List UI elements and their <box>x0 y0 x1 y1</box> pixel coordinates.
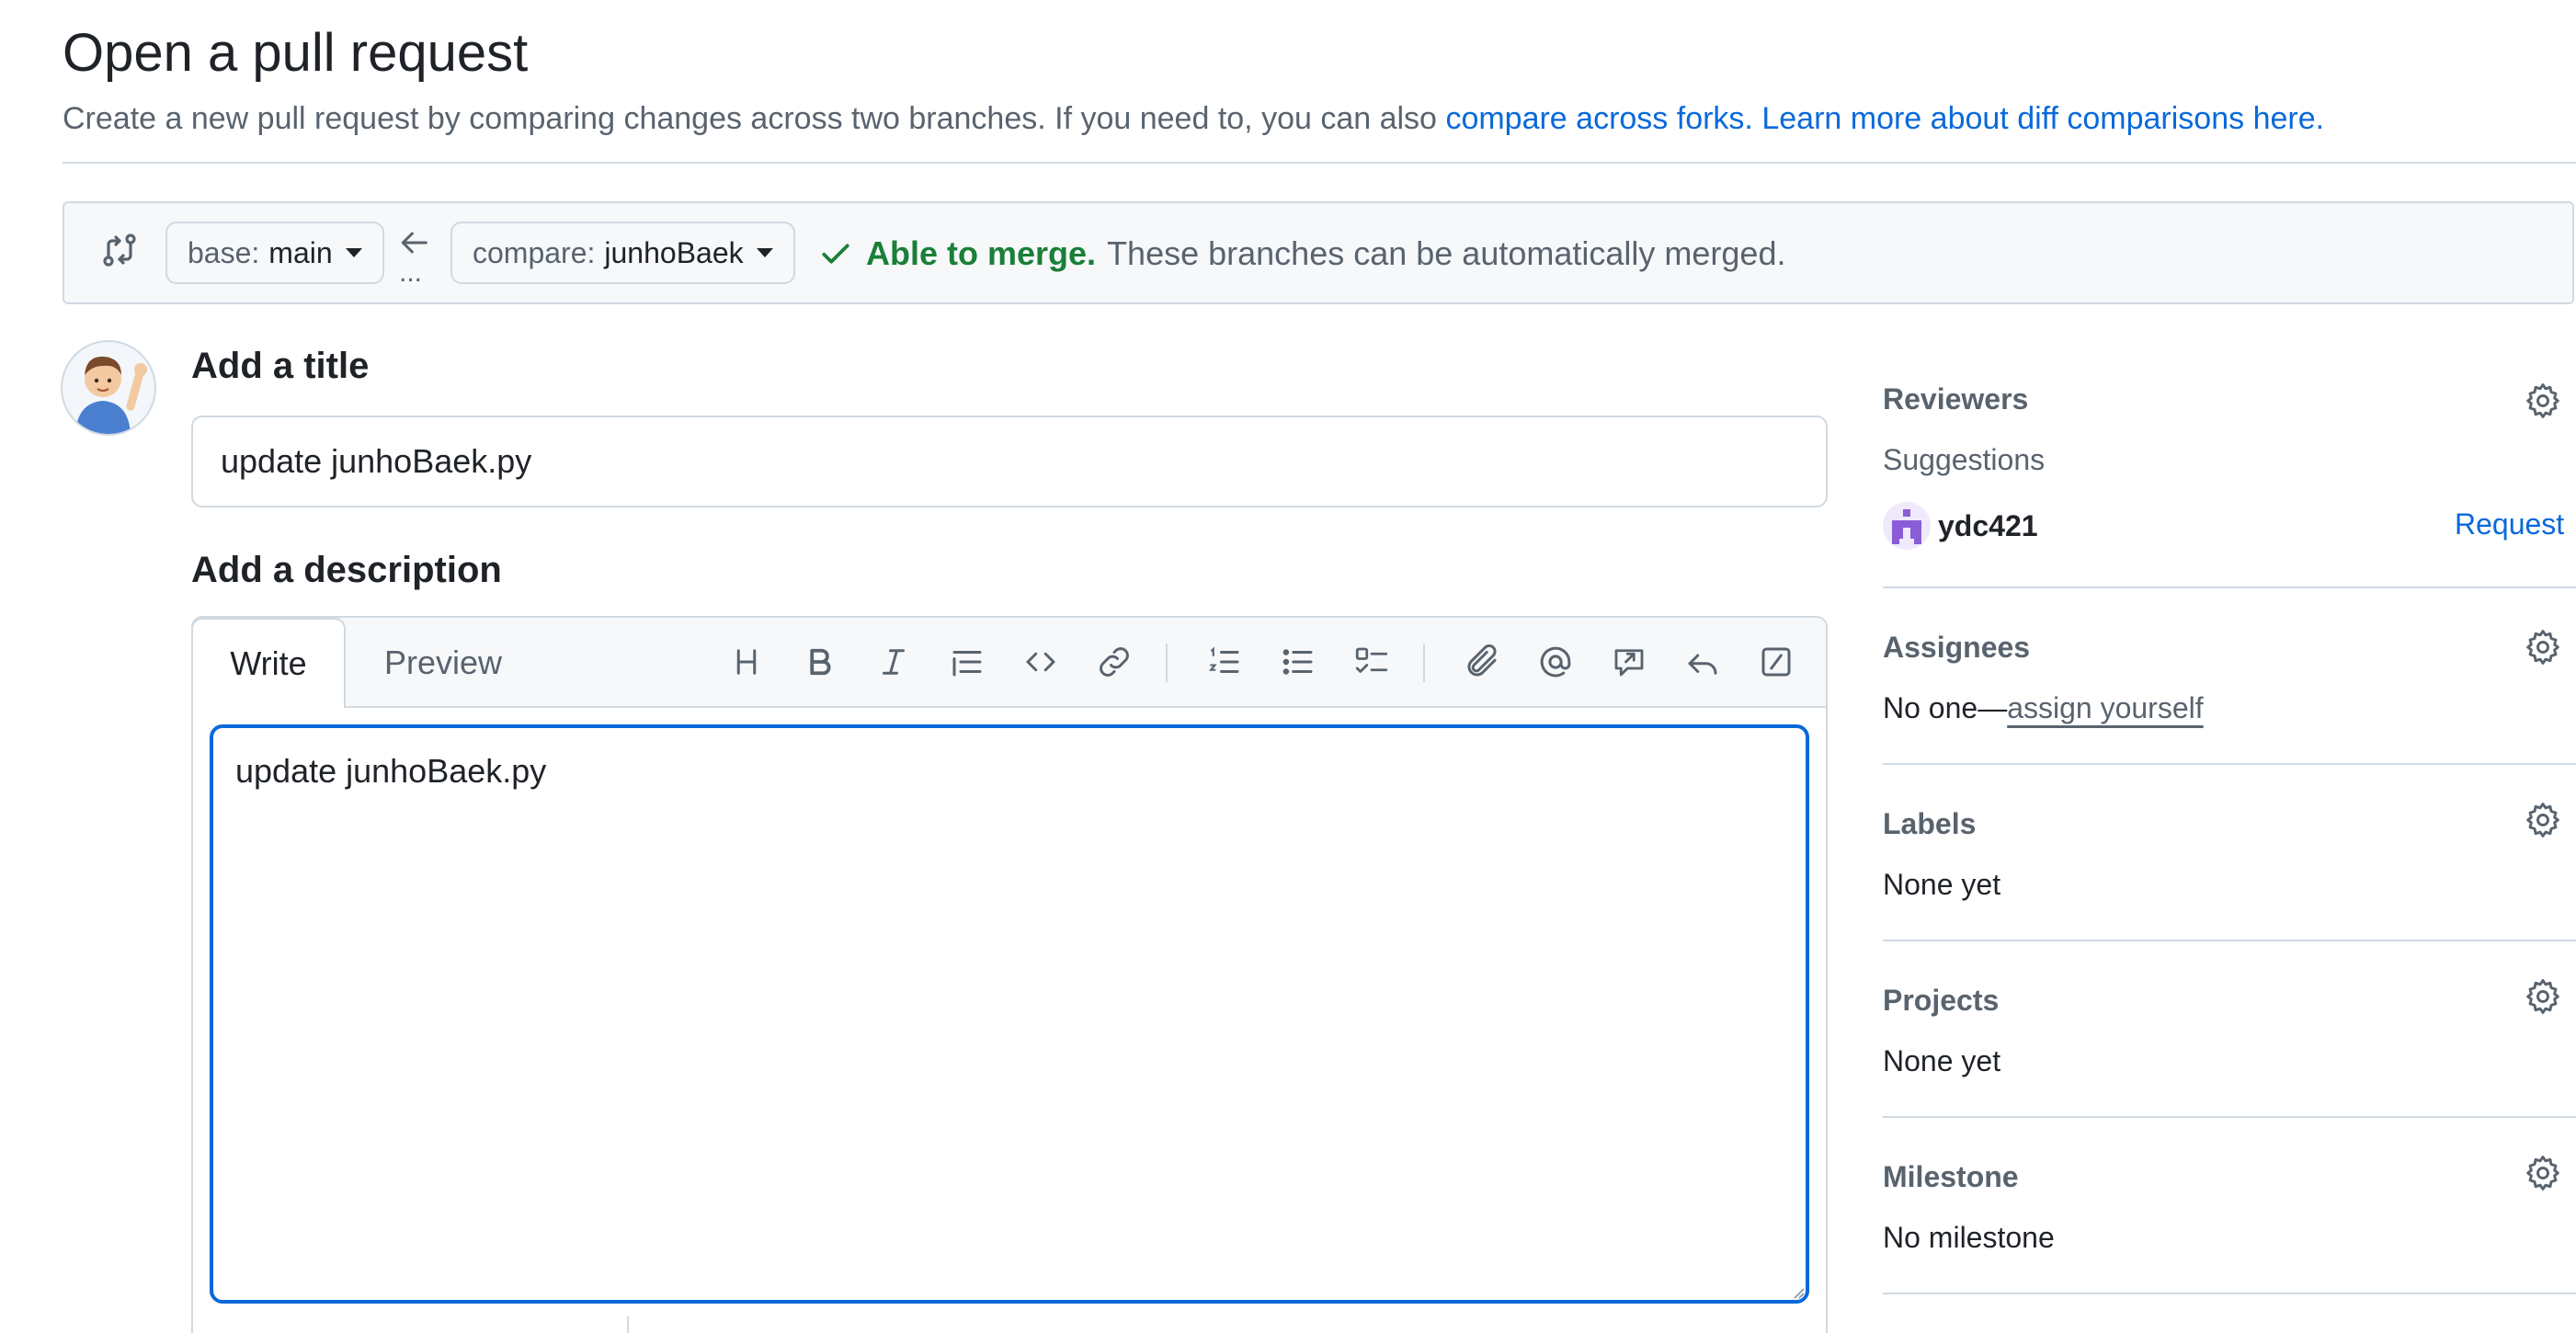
italic-icon[interactable] <box>872 640 916 684</box>
compare-across-forks-link[interactable]: compare across forks. <box>1445 101 1752 136</box>
slash-command-icon[interactable] <box>1754 640 1798 684</box>
labels-heading[interactable]: Labels <box>1883 807 1976 841</box>
sidebar-divider <box>1883 1293 2576 1294</box>
description-heading: Add a description <box>191 550 502 590</box>
sidebar-divider <box>1883 763 2576 765</box>
compare-value: junhoBaek <box>604 235 744 269</box>
description-textarea[interactable] <box>210 724 1809 1304</box>
editor-footer-divider <box>627 1316 629 1333</box>
learn-more-link[interactable]: Learn more about diff comparisons here. <box>1761 101 2324 136</box>
sidebar-divider <box>1883 1116 2576 1118</box>
merge-status: Able to merge. These branches can be aut… <box>818 228 1785 279</box>
reply-icon[interactable] <box>1681 640 1725 684</box>
git-compare-icon <box>97 228 142 272</box>
labels-value: None yet <box>1883 868 2001 901</box>
tab-preview[interactable]: Preview <box>353 618 533 708</box>
task-list-icon[interactable] <box>1350 640 1394 684</box>
header-divider <box>63 162 2576 164</box>
mention-icon[interactable] <box>1533 640 1578 684</box>
merge-message: These branches can be automatically merg… <box>1107 234 1786 272</box>
subtitle-text: Create a new pull request by comparing c… <box>63 101 1437 136</box>
base-label: base: <box>188 235 260 269</box>
check-icon <box>822 244 849 264</box>
base-value: main <box>268 235 333 269</box>
assignees-heading[interactable]: Assignees <box>1883 631 2030 665</box>
avatar <box>61 340 156 436</box>
suggested-user-name[interactable]: ydc421 <box>1938 509 2038 543</box>
labels-gear-icon[interactable] <box>2523 800 2563 840</box>
reviewers-heading[interactable]: Reviewers <box>1883 382 2028 416</box>
tab-write[interactable]: Write <box>191 618 346 708</box>
milestone-gear-icon[interactable] <box>2523 1153 2563 1193</box>
sidebar-divider <box>1883 940 2576 941</box>
projects-heading[interactable]: Projects <box>1883 984 1999 1018</box>
numbered-list-icon[interactable] <box>1203 640 1247 684</box>
no-one-text: No one— <box>1883 691 2008 724</box>
page-subtitle: Create a new pull request by comparing c… <box>63 96 2324 142</box>
sidebar-divider <box>1883 587 2576 588</box>
toolbar-divider <box>1423 644 1425 682</box>
resize-handle-icon[interactable] <box>1789 1283 1806 1300</box>
suggestions-label: Suggestions <box>1883 443 2046 476</box>
assignees-gear-icon[interactable] <box>2523 627 2563 667</box>
base-branch-select[interactable]: base: main <box>165 222 384 284</box>
assign-yourself-link[interactable]: assign yourself <box>2007 691 2203 724</box>
bold-icon[interactable] <box>798 640 842 684</box>
assignees-value: No one—assign yourself <box>1883 691 2204 725</box>
caret-down-icon <box>345 248 362 257</box>
heading-icon[interactable] <box>724 640 769 684</box>
code-icon[interactable] <box>1019 640 1063 684</box>
compare-branch-select[interactable]: compare: junhoBaek <box>450 222 795 284</box>
title-input[interactable] <box>191 416 1828 507</box>
title-heading: Add a title <box>191 346 370 386</box>
caret-down-icon <box>756 248 773 257</box>
projects-value: None yet <box>1883 1044 2001 1077</box>
compare-label: compare: <box>473 235 596 269</box>
milestone-value: No milestone <box>1883 1221 2055 1254</box>
arrow-left-icon <box>395 224 432 261</box>
suggested-user-avatar <box>1883 502 1931 550</box>
page-title: Open a pull request <box>63 23 529 83</box>
request-review-button[interactable]: Request <box>2455 507 2564 541</box>
reviewers-gear-icon[interactable] <box>2523 381 2563 421</box>
merge-ok-text: Able to merge. <box>866 234 1097 272</box>
quote-icon[interactable] <box>945 640 989 684</box>
projects-gear-icon[interactable] <box>2523 976 2563 1017</box>
milestone-heading[interactable]: Milestone <box>1883 1160 2019 1194</box>
toolbar-divider <box>1166 644 1168 682</box>
range-ellipsis: ... <box>399 257 423 288</box>
reference-icon[interactable] <box>1607 640 1651 684</box>
attach-icon[interactable] <box>1460 640 1504 684</box>
link-icon[interactable] <box>1092 640 1136 684</box>
unordered-list-icon[interactable] <box>1276 640 1320 684</box>
